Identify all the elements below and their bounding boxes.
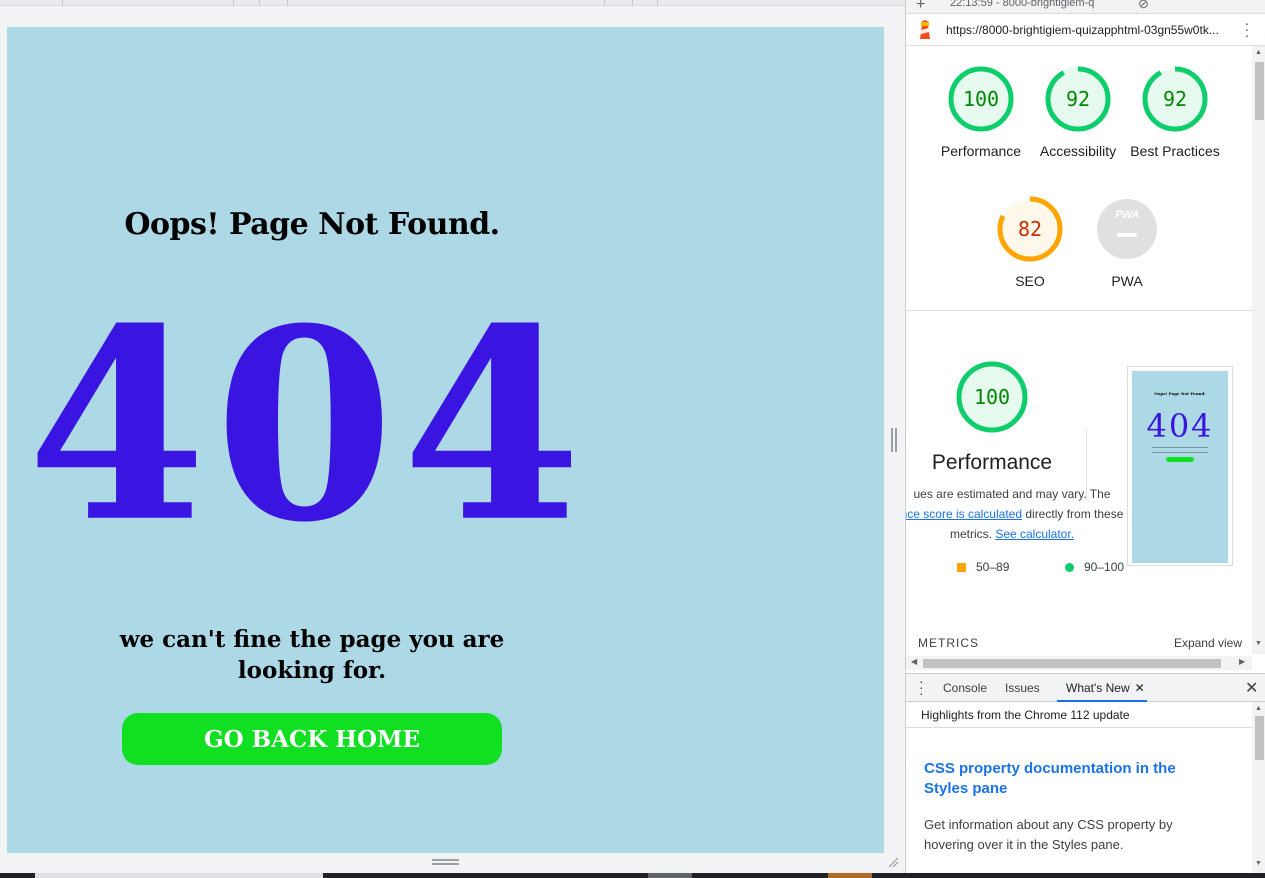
drawer-scrollbar[interactable]: ▲ ▼ [1252,702,1265,878]
gauge-score: 100 [973,385,1011,409]
performance-gauge-large[interactable]: 100 [947,361,1037,433]
average-square-icon [957,563,966,572]
page-heading: Oops! Page Not Found. [124,207,500,242]
gauge-performance[interactable]: 100 Performance [936,66,1026,161]
whats-new-title-link[interactable]: CSS property documentation in the Styles… [924,759,1224,799]
legend-label: 90–100 [1084,560,1125,574]
expand-view-toggle[interactable]: Expand view [1174,636,1242,650]
report-selector[interactable]: 22:13:59 - 8000-brightigiem-q [950,0,1094,9]
thumbnail-heading: Oops! Page Not Found. [1154,391,1206,396]
performance-section: 100 Performance ues are estimated and ma… [906,346,1252,646]
legend-average: 50–89 [957,560,1009,574]
report-menu-icon[interactable]: · · · [1242,16,1252,43]
desc-text: ues are estimated and may vary. The [913,487,1111,501]
error-code: 404 [27,270,590,581]
taskbar-strip-right [648,873,1265,878]
tab-console[interactable]: Console [943,681,987,695]
viewport-width-resize-handle[interactable] [891,428,897,452]
gauge-label: Best Practices [1130,143,1220,159]
gauge-label: Performance [940,143,1022,159]
media-query-ruler[interactable] [0,0,905,6]
section-divider [906,310,1252,311]
legend-pass: 90–100 [1065,560,1124,574]
see-calculator-link[interactable]: See calculator. [995,527,1074,541]
thumbnail-code: 404 [1146,407,1214,445]
tab-issues[interactable]: Issues [1005,681,1040,695]
legend-label: 50–89 [976,560,1010,574]
gauge-label: PWA [1111,273,1143,289]
metrics-header: METRICS Expand view [918,636,1248,650]
report-url-bar: https://8000-brightigiem-quizapphtml-03g… [906,14,1265,46]
devtools-panel: + 22:13:59 - 8000-brightigiem-q ⊘ https:… [905,0,1265,878]
error-message: we can't fine the page you are looking f… [119,626,505,684]
new-report-icon[interactable]: + [916,0,925,13]
gauge-score: 100 [962,87,1000,111]
gauge-score: 92 [1065,87,1091,111]
gauge-label: Accessibility [1039,143,1117,159]
gauge-best-practices[interactable]: 92 Best Practices [1130,66,1220,161]
device-viewport-area: Oops! Page Not Found. 404 we can't fine … [0,0,905,878]
close-drawer-icon[interactable]: ✕ [1245,678,1258,698]
performance-title: Performance [931,451,1053,474]
performance-description: ues are estimated and may vary. The nce … [906,484,1128,544]
gauge-score: 92 [1162,87,1188,111]
taskbar-strip [0,873,905,878]
highlights-header: Highlights from the Chrome 112 update [906,702,1252,728]
score-calculated-link[interactable]: nce score is calculated [906,507,1022,521]
go-back-home-button[interactable]: GO BACK HOME [122,713,502,765]
lighthouse-toolbar: + 22:13:59 - 8000-brightigiem-q ⊘ [906,0,1265,14]
close-tab-icon[interactable]: ✕ [1135,681,1145,695]
gauge-seo[interactable]: 82 SEO [985,196,1075,291]
lighthouse-report: 100 Performance 92 Accessibility 92 Best… [906,46,1252,672]
gauge-accessibility[interactable]: 92 Accessibility [1033,66,1123,161]
tab-label: What's New [1066,681,1130,695]
gauge-pwa[interactable]: PWA PWA [1082,196,1172,291]
report-scrollbar[interactable]: ▲ ▼ [1252,46,1265,654]
clear-report-icon[interactable]: ⊘ [1138,0,1149,12]
drawer-tabbar: · · · Console Issues What's New ✕ ✕ [906,673,1265,702]
viewport-height-resize-handle[interactable] [432,859,459,865]
page-viewport: Oops! Page Not Found. 404 we can't fine … [7,27,884,853]
report-horizontal-scrollbar[interactable]: ◀ ▶ [906,656,1252,670]
tab-whats-new[interactable]: What's New ✕ [1057,681,1147,702]
screen: Oops! Page Not Found. 404 we can't fine … [0,0,1265,878]
metrics-label: METRICS [918,636,979,650]
gauge-label: SEO [1015,273,1045,289]
final-screenshot-thumbnail[interactable]: Oops! Page Not Found. 404 [1127,366,1233,566]
whats-new-content: CSS property documentation in the Styles… [906,728,1252,878]
whats-new-description: Get information about any CSS property b… [924,817,1173,852]
gauge-score: 82 [1017,217,1043,241]
pwa-badge-text: PWA [1115,209,1139,221]
report-url[interactable]: https://8000-brightigiem-quizapphtml-03g… [946,23,1224,37]
drawer-menu-icon[interactable]: · · · [919,674,925,700]
viewport-corner-resize-icon[interactable] [887,856,899,868]
pwa-badge-icon: PWA [1097,199,1157,259]
pass-circle-icon [1065,563,1074,572]
lighthouse-logo-icon [920,20,930,39]
